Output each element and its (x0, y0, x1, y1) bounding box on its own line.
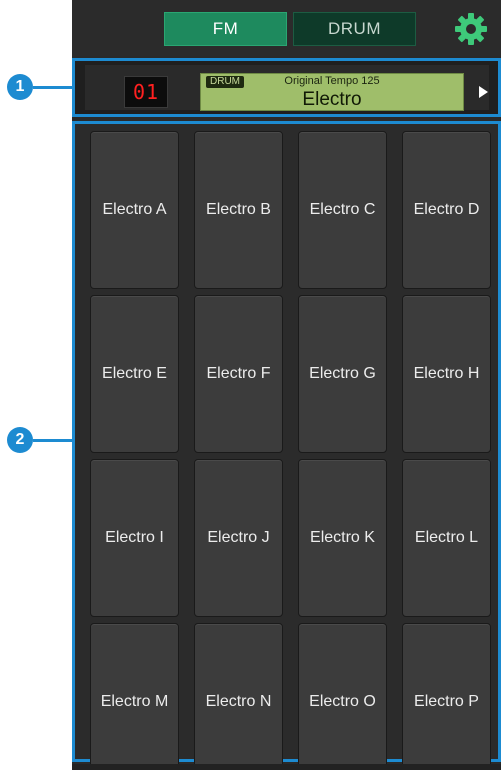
drum-mode-button[interactable]: DRUM (293, 12, 416, 46)
pads-panel: Electro A Electro B Electro C Electro D … (72, 121, 501, 770)
pattern-number-display: 01 (124, 76, 168, 108)
pad-h[interactable]: Electro H (402, 295, 491, 453)
pad-k[interactable]: Electro K (298, 459, 387, 617)
pad-b[interactable]: Electro B (194, 131, 283, 289)
pad-o[interactable]: Electro O (298, 623, 387, 770)
pattern-lcd-display[interactable]: DRUM Original Tempo 125 Electro (200, 73, 464, 111)
pattern-header: 01 DRUM Original Tempo 125 Electro (85, 65, 490, 111)
pad-p[interactable]: Electro P (402, 623, 491, 770)
bottom-edge (72, 764, 501, 770)
pad-grid: Electro A Electro B Electro C Electro D … (90, 131, 491, 770)
pad-e[interactable]: Electro E (90, 295, 179, 453)
callout-2-line (33, 439, 72, 442)
top-bar: FM DRUM (72, 0, 501, 56)
pad-l[interactable]: Electro L (402, 459, 491, 617)
fm-mode-button[interactable]: FM (164, 12, 287, 46)
callout-2: 2 (7, 427, 33, 453)
callout-1-line (33, 86, 72, 89)
pad-f[interactable]: Electro F (194, 295, 283, 453)
gear-icon[interactable] (454, 12, 488, 46)
pad-d[interactable]: Electro D (402, 131, 491, 289)
pad-n[interactable]: Electro N (194, 623, 283, 770)
pattern-header-panel: 01 DRUM Original Tempo 125 Electro (72, 58, 501, 117)
pad-m[interactable]: Electro M (90, 623, 179, 770)
callout-1: 1 (7, 74, 33, 100)
pad-c[interactable]: Electro C (298, 131, 387, 289)
pad-j[interactable]: Electro J (194, 459, 283, 617)
triangle-right-icon[interactable] (476, 85, 490, 99)
tempo-subtitle: Original Tempo 125 (284, 75, 380, 87)
pattern-name: Electro (302, 89, 362, 110)
pad-g[interactable]: Electro G (298, 295, 387, 453)
pad-i[interactable]: Electro I (90, 459, 179, 617)
pad-a[interactable]: Electro A (90, 131, 179, 289)
app-window: FM DRUM 01 DRUM Original Tempo 125 Elect… (72, 0, 501, 770)
